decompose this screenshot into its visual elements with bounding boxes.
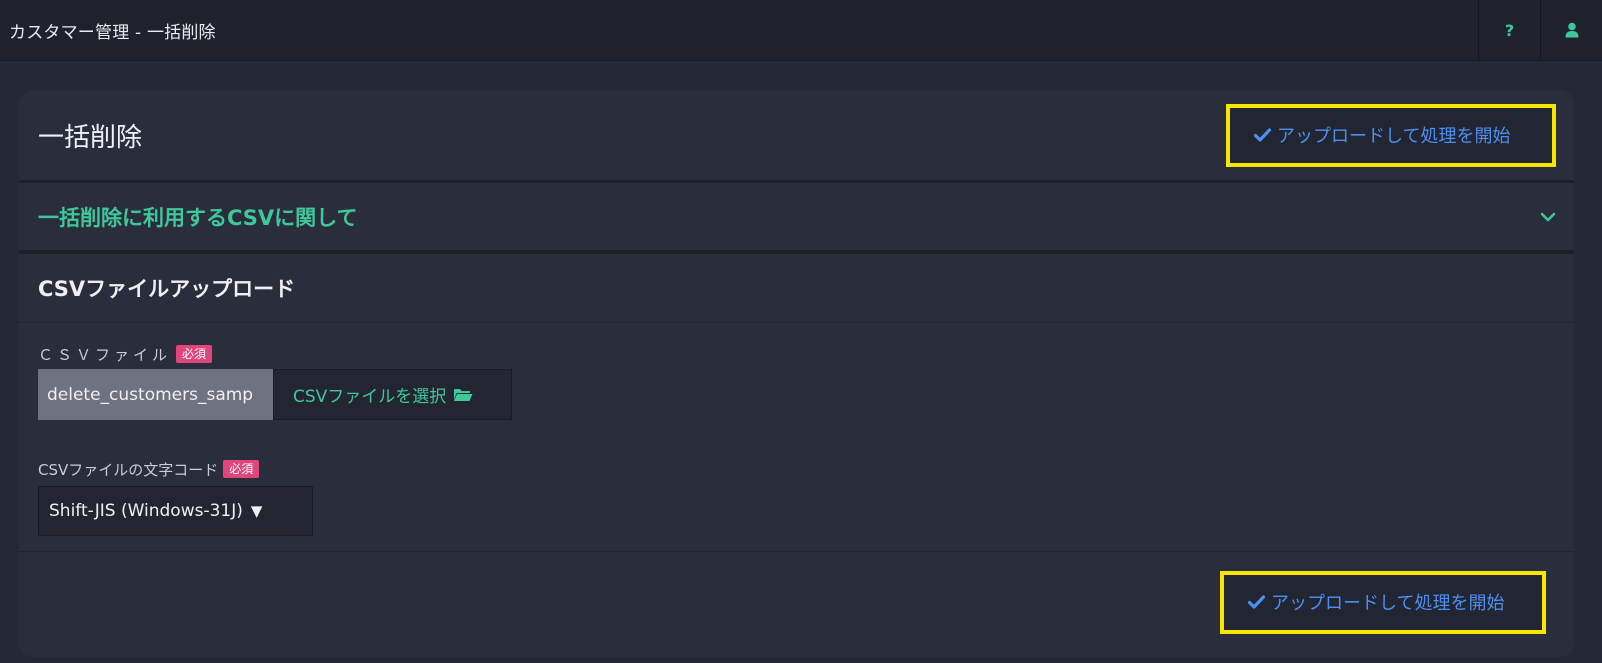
page-title: カスタマー管理 - 一括削除 (9, 22, 216, 43)
upload-form: ＣＳＶファイル 必須 delete_customers_samp CSVファイル… (19, 323, 1574, 552)
help-button[interactable]: ? (1478, 0, 1540, 60)
required-badge: 必須 (223, 460, 260, 478)
csv-file-label-text: ＣＳＶファイル (38, 345, 172, 364)
csv-info-accordion[interactable]: 一括削除に利用するCSVに関して (19, 183, 1574, 254)
question-icon: ? (1504, 20, 1515, 40)
topbar-actions: ? (1478, 0, 1602, 60)
folder-open-icon (454, 389, 473, 401)
section-title: CSVファイルアップロード (19, 254, 1574, 323)
accordion-title: 一括削除に利用するCSVに関して (38, 205, 358, 230)
card-footer: アップロードして処理を開始 (19, 552, 1574, 652)
file-name-field[interactable]: delete_customers_samp (38, 369, 273, 420)
select-csv-file-label: CSVファイルを選択 (293, 387, 447, 407)
check-icon (1248, 595, 1265, 609)
upload-start-button-top[interactable]: アップロードして処理を開始 (1226, 103, 1556, 167)
upload-start-button-bottom[interactable]: アップロードして処理を開始 (1220, 570, 1546, 634)
top-bar: カスタマー管理 - 一括削除 ? (0, 0, 1602, 61)
select-csv-file-button[interactable]: CSVファイルを選択 (273, 369, 512, 420)
encoding-label-text: CSVファイルの文字コード (38, 460, 219, 479)
check-icon (1254, 128, 1271, 142)
user-icon (1565, 22, 1578, 38)
encoding-label: CSVファイルの文字コード 必須 (38, 458, 1555, 480)
card-header: 一括削除 アップロードして処理を開始 (19, 90, 1574, 183)
user-button[interactable] (1540, 0, 1602, 60)
csv-file-label: ＣＳＶファイル 必須 (38, 343, 1555, 365)
bulk-delete-card: 一括削除 アップロードして処理を開始 一括削除に利用するCSVに関して CSVフ… (19, 90, 1574, 657)
chevron-down-icon[interactable] (1540, 212, 1556, 222)
upload-start-label: アップロードして処理を開始 (1277, 126, 1511, 147)
upload-start-label: アップロードして処理を開始 (1271, 593, 1505, 614)
encoding-select[interactable]: Shift-JIS (Windows-31J) ▼ (38, 486, 313, 536)
required-badge: 必須 (176, 345, 213, 363)
dropdown-arrow-icon: ▼ (250, 502, 263, 520)
file-input-group: delete_customers_samp CSVファイルを選択 (38, 369, 1555, 420)
encoding-selected-value: Shift-JIS (Windows-31J) (49, 501, 243, 521)
card-title: 一括削除 (38, 122, 143, 153)
